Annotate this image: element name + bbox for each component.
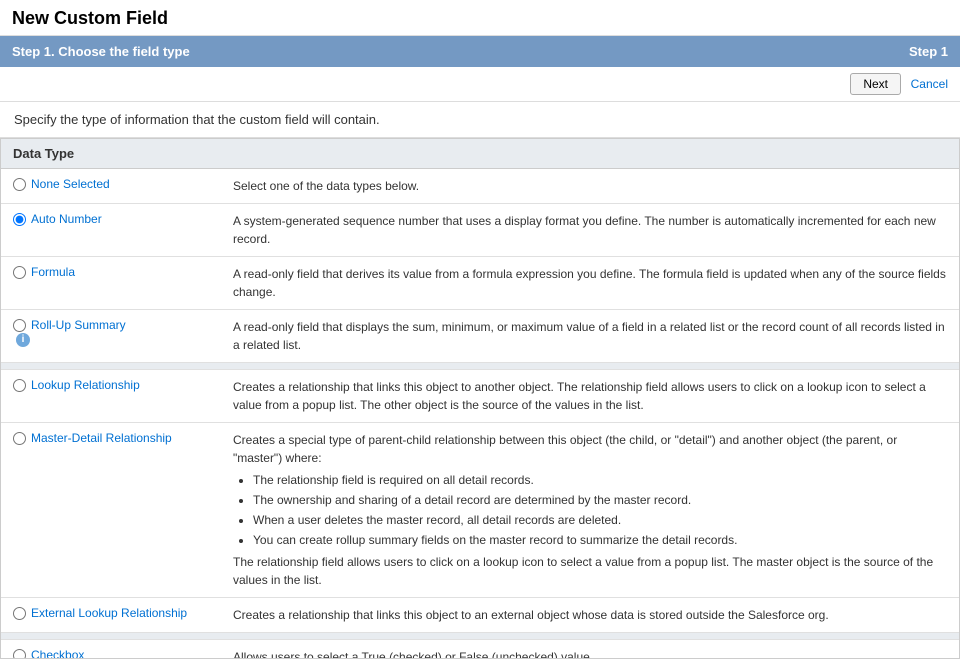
table-row: Formula A read-only field that derives it… bbox=[1, 257, 959, 310]
table-header: Data Type bbox=[1, 139, 959, 169]
field-type-radio-auto_number[interactable] bbox=[13, 213, 26, 226]
field-desc-auto_number: A system-generated sequence number that … bbox=[221, 204, 959, 257]
data-type-table: Data Type None Selected Select one of the… bbox=[1, 138, 959, 658]
table-row: Lookup Relationship Creates a relationshi… bbox=[1, 370, 959, 423]
table-row: External Lookup Relationship Creates a re… bbox=[1, 598, 959, 633]
cancel-link[interactable]: Cancel bbox=[911, 77, 948, 91]
table-row: Checkbox Allows users to select a True (c… bbox=[1, 640, 959, 659]
field-type-radio-roll_up_summary[interactable] bbox=[13, 319, 26, 332]
table-row: Auto Number A system-generated sequence n… bbox=[1, 204, 959, 257]
description-bar: Specify the type of information that the… bbox=[0, 102, 960, 138]
description-text: Specify the type of information that the… bbox=[14, 112, 380, 127]
table-row: Roll-Up Summaryi A read-only field that d… bbox=[1, 310, 959, 363]
field-type-label-lookup_relationship: Lookup Relationship bbox=[31, 378, 140, 392]
field-desc-external_lookup_relationship: Creates a relationship that links this o… bbox=[221, 598, 959, 633]
field-type-radio-lookup_relationship[interactable] bbox=[13, 379, 26, 392]
field-desc-lookup_relationship: Creates a relationship that links this o… bbox=[221, 370, 959, 423]
field-desc-roll_up_summary: A read-only field that displays the sum,… bbox=[221, 310, 959, 363]
field-type-radio-none_selected[interactable] bbox=[13, 178, 26, 191]
step-number: Step 1 bbox=[909, 44, 948, 59]
bullet-point: When a user deletes the master record, a… bbox=[253, 511, 947, 529]
step-header: Step 1. Choose the field type Step 1 bbox=[0, 36, 960, 67]
field-type-label-none_selected: None Selected bbox=[31, 177, 110, 191]
field-desc-formula: A read-only field that derives its value… bbox=[221, 257, 959, 310]
field-type-label-formula: Formula bbox=[31, 265, 75, 279]
bullet-point: You can create rollup summary fields on … bbox=[253, 531, 947, 549]
field-type-radio-master_detail_relationship[interactable] bbox=[13, 432, 26, 445]
table-row: Master-Detail Relationship Creates a spec… bbox=[1, 423, 959, 598]
field-type-label-checkbox: Checkbox bbox=[31, 648, 84, 658]
field-type-label-master_detail_relationship: Master-Detail Relationship bbox=[31, 431, 172, 445]
field-type-label-auto_number: Auto Number bbox=[31, 212, 102, 226]
page-title: New Custom Field bbox=[12, 8, 948, 29]
next-button[interactable]: Next bbox=[850, 73, 901, 95]
field-type-label-external_lookup_relationship: External Lookup Relationship bbox=[31, 606, 187, 620]
bullet-point: The ownership and sharing of a detail re… bbox=[253, 491, 947, 509]
info-icon-roll_up_summary[interactable]: i bbox=[16, 333, 30, 347]
field-type-radio-external_lookup_relationship[interactable] bbox=[13, 607, 26, 620]
field-type-radio-formula[interactable] bbox=[13, 266, 26, 279]
step-header-label: Step 1. Choose the field type bbox=[12, 44, 190, 59]
action-bar: Next Cancel bbox=[0, 67, 960, 102]
field-desc-none_selected: Select one of the data types below. bbox=[221, 169, 959, 204]
bullet-point: The relationship field is required on al… bbox=[253, 471, 947, 489]
field-type-label-roll_up_summary: Roll-Up Summary bbox=[31, 318, 126, 332]
field-desc-master_detail_relationship: Creates a special type of parent-child r… bbox=[221, 423, 959, 598]
field-desc-checkbox: Allows users to select a True (checked) … bbox=[221, 640, 959, 659]
field-type-radio-checkbox[interactable] bbox=[13, 649, 26, 659]
table-row: None Selected Select one of the data type… bbox=[1, 169, 959, 204]
